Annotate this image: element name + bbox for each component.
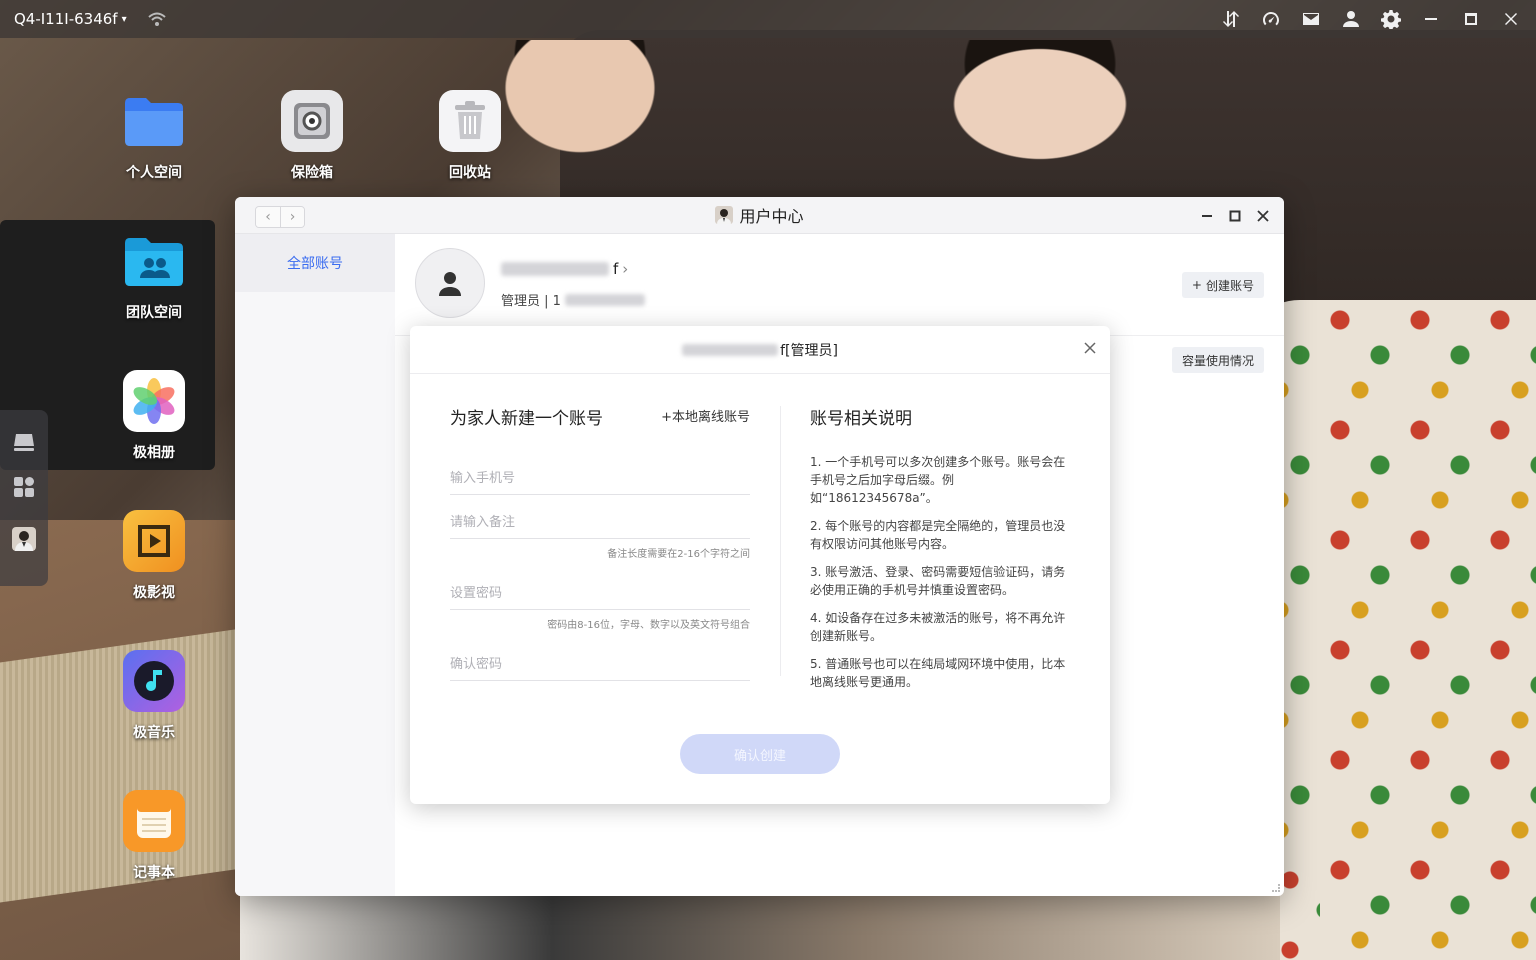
forward-button[interactable]: › [280,207,304,227]
trash-icon [439,90,501,152]
redacted-text [682,343,779,356]
window-close-icon[interactable] [1256,209,1270,223]
chevron-right-icon: › [622,260,629,278]
confirm-password-input[interactable] [450,649,750,679]
info-item: 1. 一个手机号可以多次创建多个账号。账号会在手机号之后加字母后缀。例如“186… [810,455,1066,505]
desktop-icon-video[interactable]: 极影视 [104,510,204,602]
info-item: 3. 账号激活、登录、密码需要短信验证码，请务必使用正确的手机号并慎重设置密码。 [810,565,1066,597]
speedometer-icon[interactable] [1260,8,1282,30]
password-field [450,578,750,610]
wifi-icon [147,12,166,26]
window-minimize-icon[interactable] [1200,209,1214,223]
desktop-icon-photos[interactable]: 极相册 [104,370,204,462]
sidebar-item-all-accounts[interactable]: 全部账号 [235,234,395,292]
team-folder-icon [123,230,185,292]
desktop-icon-notes[interactable]: 记事本 [104,790,204,882]
sidebar: 全部账号 [235,234,395,896]
transfer-icon[interactable] [1220,8,1242,30]
video-icon [123,510,185,572]
window-title-bar: ‹ › 用户中心 [235,197,1284,234]
chevron-down-icon: ▾ [121,13,127,25]
info-title: 账号相关说明 [810,409,912,429]
create-account-button[interactable]: + 创建账号 [1181,272,1264,298]
phone-input[interactable] [450,463,750,493]
redacted-text [564,293,645,306]
local-offline-account-link[interactable]: +本地离线账号 [661,406,750,425]
left-dock [0,410,48,586]
account-form: 为家人新建一个账号 +本地离线账号 备注长度需要在2-16个字符之间 密码由8-… [450,404,750,681]
mail-icon[interactable] [1300,8,1322,30]
confirm-password-field [450,649,750,681]
close-icon[interactable] [1500,8,1522,30]
note-input[interactable] [450,507,750,537]
desktop-icon-personal-space[interactable]: 个人空间 [104,90,204,182]
phone-field [450,463,750,495]
confirm-create-button[interactable]: 确认创建 [680,734,840,774]
system-top-bar: Q4-I11I-6346f ▾ [0,0,1536,38]
password-hint: 密码由8-16位，字母、数字以及英文符号组合 [547,620,750,631]
user-name[interactable]: f › [501,260,628,278]
monitor-icon[interactable] [11,430,37,456]
user-center-icon [715,206,734,224]
avatar[interactable] [415,248,485,318]
window-title: 用户中心 [739,207,804,226]
safe-icon [281,90,343,152]
capacity-usage-button[interactable]: 容量使用情况 [1171,347,1264,373]
note-hint: 备注长度需要在2-16个字符之间 [607,549,750,560]
dialog-close-icon[interactable] [1084,342,1098,356]
resize-grip[interactable] [1272,884,1280,892]
dialog-header: f[管理员] [410,326,1110,374]
desktop-icon-music[interactable]: 极音乐 [104,650,204,742]
info-item: 4. 如设备存在过多未被激活的账号，将不再允许创建新账号。 [810,611,1066,643]
redacted-text [501,262,609,276]
info-item: 2. 每个账号的内容都是完全隔绝的，管理员也没有权限访问其他账号内容。 [810,519,1066,551]
folder-icon [123,90,185,152]
minimize-icon[interactable] [1420,8,1442,30]
info-item: 5. 普通账号也可以在纯局域网环境中使用，比本地离线账号更通用。 [810,657,1066,689]
settings-icon[interactable] [1380,8,1402,30]
device-selector[interactable]: Q4-I11I-6346f ▾ [14,10,127,28]
desktop-icon-team-space[interactable]: 团队空间 [104,230,204,322]
note-field [450,507,750,539]
dialog-title: f[管理员] [780,342,838,359]
device-name: Q4-I11I-6346f [14,10,118,28]
password-input[interactable] [450,578,750,608]
column-divider [780,406,781,676]
maximize-icon[interactable] [1460,8,1482,30]
window-maximize-icon[interactable] [1228,209,1242,223]
notes-icon [123,790,185,852]
apps-grid-icon[interactable] [11,474,37,500]
nav-buttons: ‹ › [255,206,305,228]
desktop-icon-trash[interactable]: 回收站 [420,90,520,182]
plus-icon: + [1191,278,1202,292]
desktop-icon-safe[interactable]: 保险箱 [262,90,362,182]
user-role: 管理员 | 1 [501,290,645,309]
account-info: 账号相关说明 1. 一个手机号可以多次创建多个账号。账号会在手机号之后加字母后缀… [810,404,1070,701]
music-icon [123,650,185,712]
user-icon[interactable] [1340,8,1362,30]
user-center-dock-icon[interactable] [11,526,37,552]
photos-icon [123,370,185,432]
create-account-dialog: f[管理员] 为家人新建一个账号 +本地离线账号 备注长度需要在2-16个字符之… [410,326,1110,804]
back-button[interactable]: ‹ [256,207,280,227]
